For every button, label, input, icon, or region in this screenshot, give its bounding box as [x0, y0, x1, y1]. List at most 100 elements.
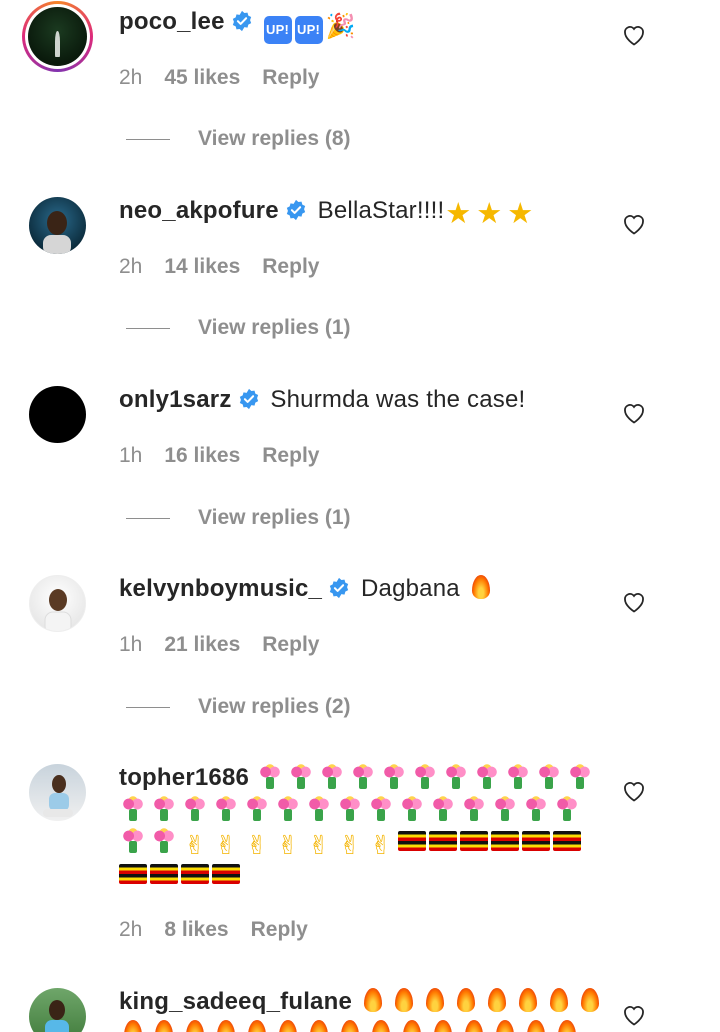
- fire-emoji-icon: [421, 986, 449, 1014]
- reply-button[interactable]: Reply: [262, 66, 319, 90]
- fire-emoji-icon: [359, 986, 387, 1014]
- fire-emoji-icon: [398, 1018, 426, 1032]
- view-replies-button[interactable]: View replies (8): [126, 127, 351, 151]
- fire-emoji-icon: [576, 986, 604, 1014]
- comment-body: topher1686 ✌ ✌ ✌ ✌ ✌ ✌ ✌: [119, 762, 610, 891]
- fire-emoji-icon: [452, 986, 480, 1014]
- heart-outline-icon[interactable]: [622, 24, 646, 46]
- divider-line: [126, 138, 170, 140]
- likes-count[interactable]: 21 likes: [164, 633, 240, 657]
- username[interactable]: only1sarz: [119, 386, 232, 413]
- avatar-with-story-ring[interactable]: [22, 1, 93, 72]
- comment-meta: 2h 45 likes Reply: [119, 66, 319, 90]
- victory-hand-emoji-icon: ✌: [184, 830, 206, 860]
- fire-emoji-icon: [243, 1018, 271, 1032]
- likes-count[interactable]: 16 likes: [164, 444, 240, 468]
- fire-emoji-icon: [460, 1018, 488, 1032]
- comment-body: poco_lee UP! UP! 🎉: [119, 6, 610, 44]
- view-replies-label: View replies (1): [198, 506, 351, 529]
- comment-text: Dagbana: [360, 575, 460, 602]
- avatar[interactable]: [29, 764, 86, 821]
- verified-badge-icon: [328, 576, 350, 608]
- comment-meta: 1h 16 likes Reply: [119, 444, 319, 468]
- bouquet-emoji-icon: [535, 762, 563, 790]
- comment-text: BellaStar!!!!: [317, 197, 445, 224]
- victory-hand-emoji-icon: ✌: [370, 830, 392, 860]
- divider-line: [126, 706, 170, 708]
- divider-line: [126, 517, 170, 519]
- fire-emoji-icon: [390, 986, 418, 1014]
- view-replies-label: View replies (8): [198, 127, 351, 150]
- fire-emoji-icon: [119, 1018, 147, 1032]
- bouquet-emoji-icon: [522, 794, 550, 822]
- view-replies-button[interactable]: View replies (2): [126, 695, 351, 719]
- divider-line: [126, 327, 170, 329]
- comment-body: neo_akpofure BellaStar!!!!★ ★ ★: [119, 195, 610, 230]
- reply-button[interactable]: Reply: [262, 444, 319, 468]
- heart-outline-icon[interactable]: [622, 402, 646, 424]
- fire-emoji-icon: [483, 986, 511, 1014]
- star-emoji-icon: ★: [445, 198, 472, 230]
- verified-badge-icon: [238, 387, 260, 419]
- uganda-flag-emoji-icon: [491, 831, 519, 851]
- uganda-flag-emoji-icon: [522, 831, 550, 851]
- username[interactable]: poco_lee: [119, 8, 225, 35]
- fire-emoji-icon: [181, 1018, 209, 1032]
- heart-outline-icon[interactable]: [622, 780, 646, 802]
- bouquet-emoji-icon: [119, 826, 147, 854]
- comment-time: 1h: [119, 633, 143, 656]
- fire-emoji-icon: [553, 1018, 581, 1032]
- bouquet-emoji-icon: [398, 794, 426, 822]
- bouquet-emoji-icon: [150, 826, 178, 854]
- party-popper-emoji-icon: 🎉: [325, 13, 356, 40]
- fire-emoji-icon: [367, 1018, 395, 1032]
- avatar[interactable]: [29, 386, 86, 443]
- reply-button[interactable]: Reply: [262, 633, 319, 657]
- heart-outline-icon[interactable]: [622, 213, 646, 235]
- heart-outline-icon[interactable]: [622, 591, 646, 613]
- fire-emoji-icon: [467, 573, 495, 601]
- username[interactable]: kelvynboymusic_: [119, 575, 322, 602]
- fire-emoji-icon: [491, 1018, 519, 1032]
- bouquet-emoji-icon: [411, 762, 439, 790]
- fire-emoji-icon: [274, 1018, 302, 1032]
- reply-button[interactable]: Reply: [251, 918, 308, 942]
- victory-hand-emoji-icon: ✌: [215, 830, 237, 860]
- view-replies-button[interactable]: View replies (1): [126, 316, 351, 340]
- verified-badge-icon: [231, 9, 253, 41]
- verified-badge-icon: [285, 198, 307, 230]
- avatar[interactable]: [29, 988, 86, 1032]
- fire-emoji-icon: [522, 1018, 550, 1032]
- username[interactable]: topher1686: [119, 764, 249, 791]
- heart-outline-icon[interactable]: [622, 1004, 646, 1026]
- bouquet-emoji-icon: [553, 794, 581, 822]
- likes-count[interactable]: 14 likes: [164, 255, 240, 279]
- comment-time: 1h: [119, 444, 143, 467]
- likes-count[interactable]: 8 likes: [164, 918, 228, 942]
- bouquet-emoji-icon: [318, 762, 346, 790]
- avatar[interactable]: [29, 575, 86, 632]
- comment-meta: 1h 21 likes Reply: [119, 633, 319, 657]
- uganda-flag-emoji-icon: [553, 831, 581, 851]
- bouquet-emoji-icon: [119, 794, 147, 822]
- uganda-flag-emoji-icon: [429, 831, 457, 851]
- bouquet-emoji-icon: [349, 762, 377, 790]
- likes-count[interactable]: 45 likes: [164, 66, 240, 90]
- star-emoji-icon: ★: [507, 198, 534, 230]
- bouquet-emoji-icon: [473, 762, 501, 790]
- view-replies-button[interactable]: View replies (1): [126, 506, 351, 530]
- username[interactable]: neo_akpofure: [119, 197, 279, 224]
- username[interactable]: king_sadeeq_fulane: [119, 988, 352, 1015]
- view-replies-label: View replies (2): [198, 695, 351, 718]
- reply-button[interactable]: Reply: [262, 255, 319, 279]
- fire-emoji-icon: [336, 1018, 364, 1032]
- bouquet-emoji-icon: [305, 794, 333, 822]
- bouquet-emoji-icon: [150, 794, 178, 822]
- bouquet-emoji-icon: [380, 762, 408, 790]
- uganda-flag-emoji-icon: [181, 864, 209, 884]
- bouquet-emoji-icon: [212, 794, 240, 822]
- bouquet-emoji-icon: [243, 794, 271, 822]
- comment-time: 2h: [119, 918, 143, 941]
- avatar[interactable]: [29, 197, 86, 254]
- bouquet-emoji-icon: [566, 762, 594, 790]
